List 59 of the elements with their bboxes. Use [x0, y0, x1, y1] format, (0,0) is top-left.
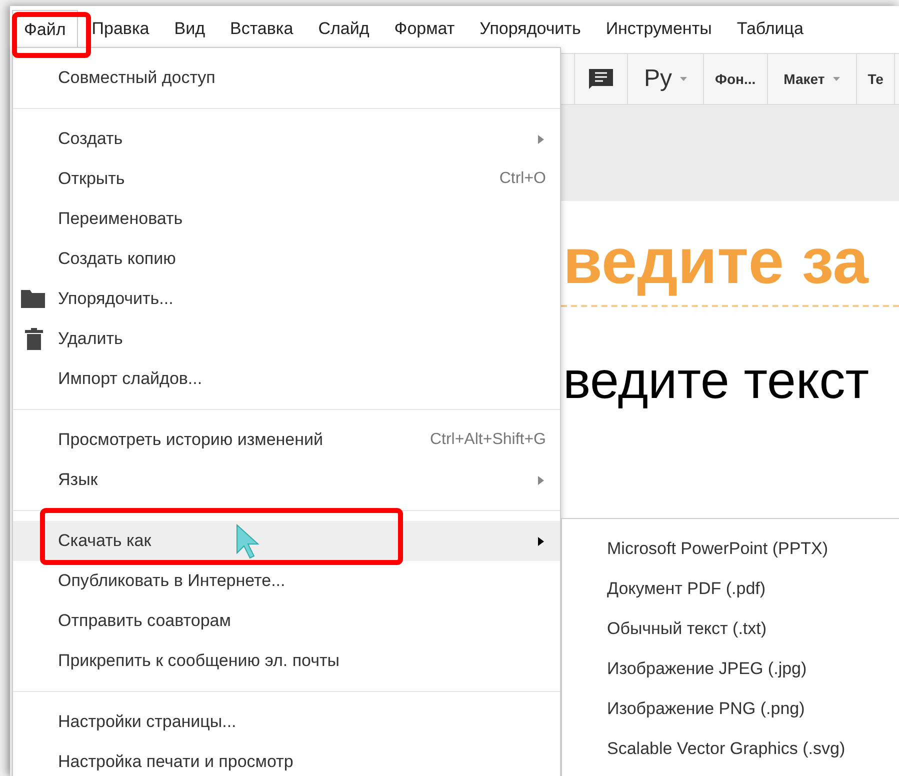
menu-item-label: Настройки страницы... — [58, 711, 236, 734]
submenu-item[interactable]: Microsoft PowerPoint (PPTX) — [562, 529, 899, 569]
menu-item-label: Открыть — [58, 168, 125, 190]
menu-item-label: Настройка печати и просмотр — [58, 751, 294, 774]
menu-bar-item[interactable]: Слайд — [307, 10, 380, 48]
menu-item-label: Импорт слайдов... — [58, 368, 202, 390]
menu-item[interactable]: Открыть Ctrl+O — [13, 159, 560, 199]
menu-item[interactable]: Прикрепить к сообщению эл. почты — [13, 641, 560, 681]
submenu-arrow-icon — [538, 134, 544, 144]
menu-item[interactable]: Упорядочить... — [13, 279, 560, 319]
shortcut-label: Ctrl+Alt+Shift+G — [430, 430, 546, 450]
menu-item-label: Просмотреть историю изменений — [58, 429, 324, 452]
submenu-item[interactable]: Обычный текст (.txt) — [562, 609, 899, 649]
caret-icon — [832, 77, 840, 81]
submenu-item[interactable]: Изображение JPEG (.jpg) — [562, 649, 899, 689]
slide-body-text: ведите текст — [563, 351, 870, 412]
menu-item-label: Создать — [58, 128, 123, 150]
cursor-icon — [236, 524, 262, 560]
menu-item-label: Совместный доступ — [58, 67, 216, 90]
trash-icon — [25, 328, 43, 350]
menu-item[interactable]: Совместный доступ — [13, 58, 560, 98]
submenu-item[interactable]: Изображение PNG (.png) — [562, 689, 899, 729]
slide-title: ведите за — [563, 224, 870, 299]
menu-bar-item[interactable]: Вид — [163, 10, 216, 48]
menu-item-label: Опубликовать в Интернете... — [58, 570, 286, 592]
menu-item[interactable]: Язык — [13, 460, 560, 500]
menu-item-label: Удалить — [58, 328, 123, 350]
menu-item[interactable]: Удалить — [13, 319, 560, 359]
shortcut-label: Ctrl+O — [499, 169, 546, 189]
menu-item-label: Скачать как — [58, 530, 152, 552]
menu-item[interactable]: Настройки страницы... — [13, 702, 560, 742]
submenu-arrow-icon — [538, 476, 544, 484]
menu-item[interactable]: Импорт слайдов... — [13, 359, 560, 399]
menu-bar-item[interactable]: Инструменты — [594, 10, 723, 48]
menu-item[interactable]: Переименовать — [13, 199, 560, 239]
submenu-arrow-icon — [538, 536, 544, 546]
menu-bar-item[interactable]: Правка — [80, 10, 160, 48]
menu-item[interactable]: Отправить соавторам — [13, 601, 560, 641]
caret-icon — [680, 77, 688, 81]
menu-bar-item[interactable]: Формат — [383, 10, 466, 48]
menu-item[interactable]: Просмотреть историю изменений Ctrl+Alt+Shift+G — [13, 420, 560, 460]
menu-item[interactable]: Создать — [13, 119, 560, 159]
menu-bar-item[interactable]: Таблица — [726, 10, 814, 48]
menu-item[interactable]: Скачать как — [13, 521, 560, 561]
menu-item-label: Отправить соавторам — [58, 610, 231, 632]
menu-item[interactable]: Настройка печати и просмотр — [13, 742, 560, 776]
menu-bar-item[interactable]: Вставка — [219, 10, 304, 48]
submenu-item[interactable]: Документ PDF (.pdf) — [562, 569, 899, 609]
menu-item-label: Упорядочить... — [58, 288, 174, 310]
menu-bar-item[interactable]: Упорядочить — [468, 10, 592, 48]
menu-item-label: Язык — [58, 469, 98, 492]
menu-item-label: Прикрепить к сообщению эл. почты — [58, 650, 340, 672]
menu-item[interactable]: Опубликовать в Интернете... — [13, 561, 560, 601]
folder-icon — [21, 290, 45, 308]
menu-item-label: Переименовать — [58, 208, 183, 230]
submenu-item[interactable]: Scalable Vector Graphics (.svg) — [562, 729, 899, 769]
comment-icon — [589, 69, 613, 89]
menu-item-label: Создать копию — [58, 248, 176, 270]
menu-item[interactable]: Создать копию — [13, 239, 560, 279]
